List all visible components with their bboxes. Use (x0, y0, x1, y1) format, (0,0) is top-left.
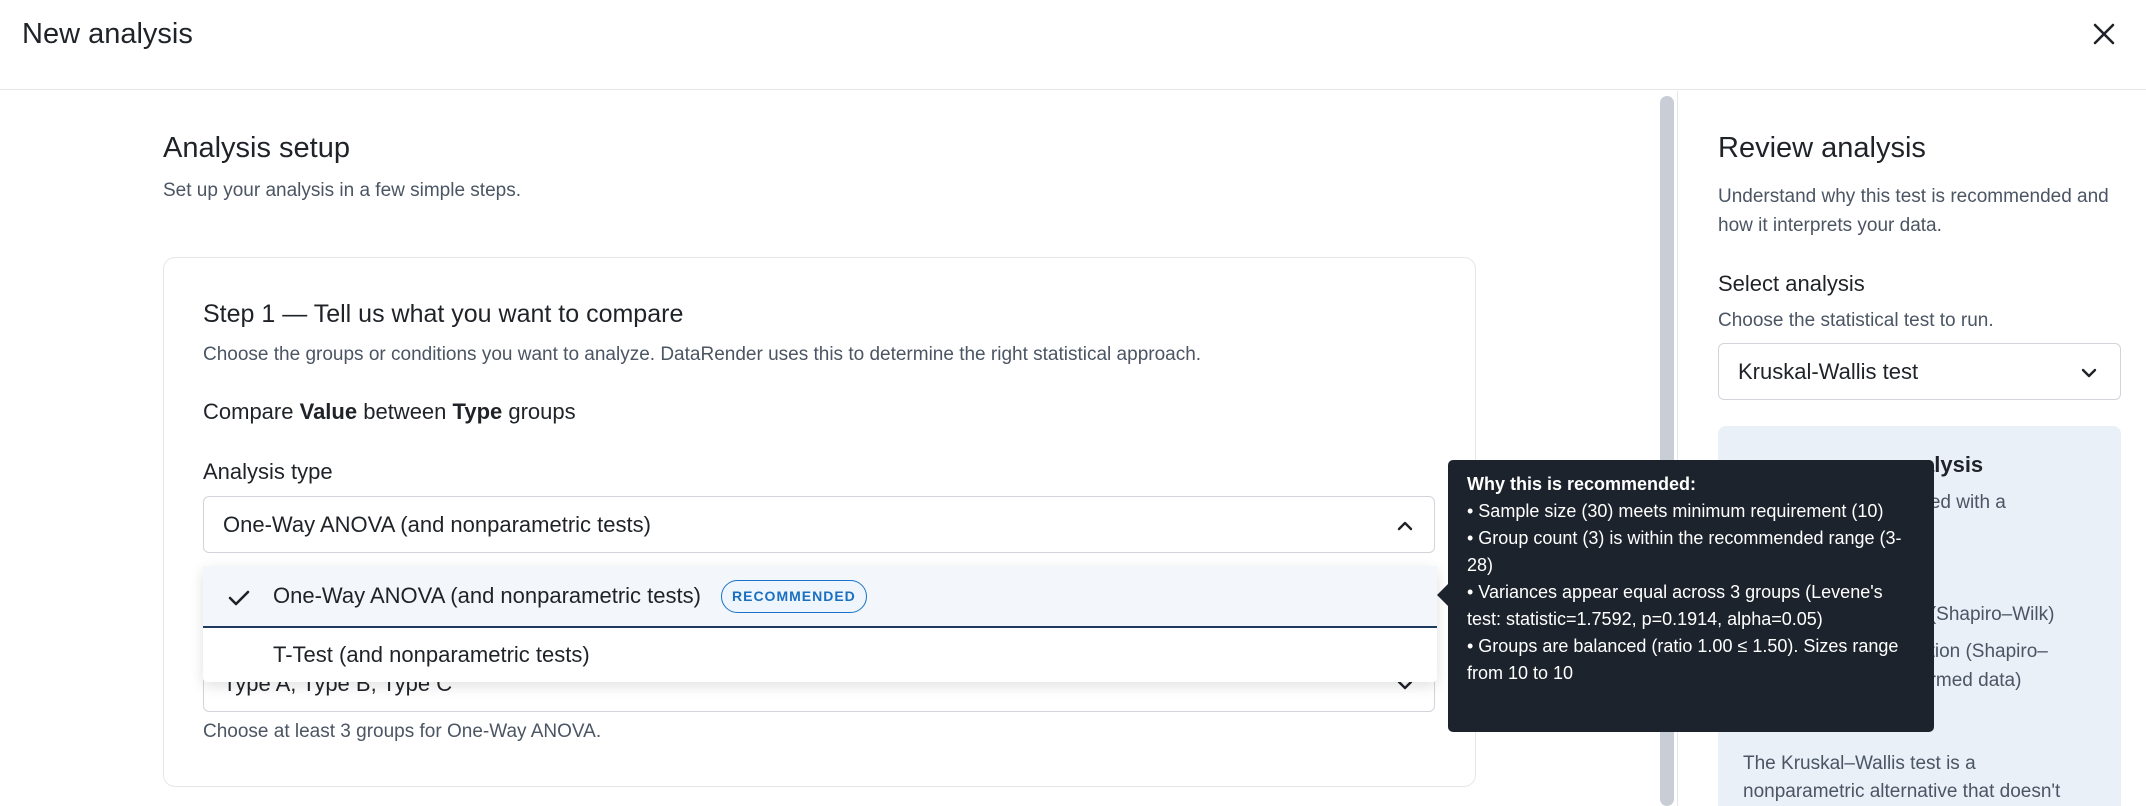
check-icon (225, 584, 253, 612)
tooltip-item: • Groups are balanced (ratio 1.00 ≤ 1.50… (1467, 636, 1899, 683)
panel-meaning-text: The Kruskal–Wallis test is a nonparametr… (1743, 753, 2061, 802)
tooltip-heading: Why this is recommended: (1467, 474, 1697, 494)
panel-line: n (Shapiro–Wilk) (1914, 604, 2055, 625)
option-label: T-Test (and nonparametric tests) (273, 642, 590, 667)
recommended-badge: RECOMMENDED (721, 580, 867, 613)
dialog-title: New analysis (22, 18, 193, 50)
step1-subtitle: Choose the groups or conditions you want… (203, 344, 1202, 365)
dialog-header: New analysis (0, 0, 2146, 90)
analysis-type-value: One-Way ANOVA (and nonparametric tests) (223, 512, 651, 537)
groups-hint: Choose at least 3 groups for One-Way ANO… (203, 721, 602, 742)
tooltip-item: • Sample size (30) meets minimum require… (1467, 501, 1884, 521)
tooltip-item: • Variances appear equal across 3 groups… (1467, 582, 1883, 629)
panel-line: ution (Shapiro– (1919, 641, 2048, 662)
compare-suffix: groups (508, 399, 576, 424)
select-analysis-value: Kruskal-Wallis test (1738, 359, 1919, 384)
tooltip-item: • Group count (3) is within the recommen… (1467, 528, 1902, 575)
review-title: Review analysis (1718, 132, 1926, 164)
compare-group-var: Type (452, 399, 503, 424)
option-label: One-Way ANOVA (and nonparametric tests) (273, 583, 701, 608)
review-subtitle: Understand why this test is recommended … (1718, 186, 2109, 236)
compare-sentence: Compare Value between Type groups (203, 399, 576, 425)
recommendation-tooltip: Why this is recommended: • Sample size (… (1437, 460, 1934, 732)
panel-line: ormed data) (1919, 670, 2022, 691)
chevron-down-icon (2078, 362, 2100, 384)
select-analysis-dropdown[interactable]: Kruskal-Wallis test (1718, 343, 2121, 400)
option-one-way-anova[interactable]: One-Way ANOVA (and nonparametric tests) … (203, 566, 1437, 628)
select-analysis-subtitle: Choose the statistical test to run. (1718, 310, 1994, 331)
chevron-up-icon (1394, 515, 1416, 537)
compare-prefix: Compare (203, 399, 294, 424)
compare-variable: Value (299, 399, 358, 424)
analysis-type-select[interactable]: One-Way ANOVA (and nonparametric tests) (203, 496, 1435, 553)
analysis-type-label: Analysis type (203, 459, 333, 484)
setup-subtitle: Set up your analysis in a few simple ste… (163, 180, 522, 201)
step1-title: Step 1 — Tell us what you want to compar… (203, 300, 684, 328)
select-analysis-title: Select analysis (1718, 271, 1865, 296)
setup-title: Analysis setup (163, 132, 350, 164)
analysis-type-menu: One-Way ANOVA (and nonparametric tests) … (203, 566, 1437, 682)
compare-middle: between (363, 399, 447, 424)
close-icon[interactable] (2086, 16, 2122, 52)
option-t-test[interactable]: T-Test (and nonparametric tests) (203, 628, 1437, 682)
